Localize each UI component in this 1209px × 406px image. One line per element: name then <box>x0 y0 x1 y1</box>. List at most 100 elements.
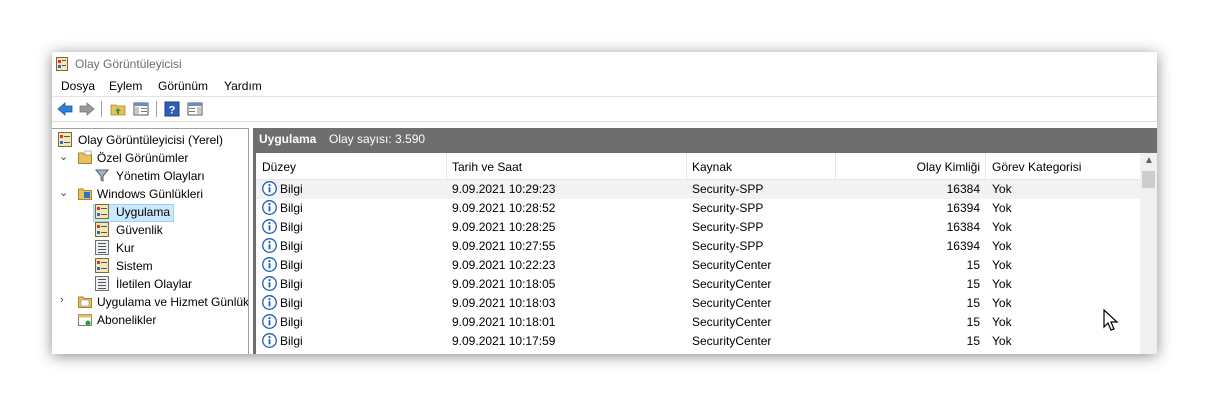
folder-icon <box>78 296 92 308</box>
cell-level: Bilgi <box>280 220 303 234</box>
svg-text:?: ? <box>169 105 176 117</box>
tree-item-admin-events[interactable]: Yönetim Olayları <box>52 167 248 185</box>
panel-title: Uygulama <box>259 132 317 146</box>
cell-category: Yok <box>992 239 1012 253</box>
tree-item-root[interactable]: Olay Görüntüleyicisi (Yerel) <box>52 131 248 149</box>
column-header-task-category[interactable]: Görev Kategorisi <box>986 153 1139 180</box>
info-icon <box>262 257 277 272</box>
cell-source: SecurityCenter <box>692 334 772 348</box>
filter-icon <box>95 169 109 182</box>
cell-datetime: 9.09.2021 10:17:59 <box>452 334 556 348</box>
column-header-source[interactable]: Kaynak <box>687 153 836 180</box>
table-row[interactable]: Bilgi 9.09.2021 10:18:05 SecurityCenter 15 Y… <box>256 275 1140 294</box>
back-icon[interactable] <box>57 101 73 117</box>
cell-event-id: 15 <box>966 258 980 272</box>
cell-level: Bilgi <box>280 296 303 310</box>
cell-datetime: 9.09.2021 10:22:23 <box>452 258 556 272</box>
tree-item-app-service-logs[interactable]: › Uygulama ve Hizmet Günlükleri <box>52 293 248 311</box>
cell-level: Bilgi <box>280 258 303 272</box>
cell-source: Security-SPP <box>692 201 764 215</box>
log-icon <box>95 222 109 237</box>
window-title: Olay Görüntüleyicisi <box>75 57 182 71</box>
cell-event-id: 16384 <box>946 182 980 196</box>
cell-datetime: 9.09.2021 10:27:55 <box>452 239 556 253</box>
table-row[interactable]: Bilgi 9.09.2021 10:27:55 Security-SPP 16394… <box>256 237 1140 256</box>
cell-datetime: 9.09.2021 10:29:23 <box>452 182 556 196</box>
column-header-event-id[interactable]: Olay Kimliği <box>836 153 986 180</box>
column-header-level[interactable]: Düzey <box>256 153 447 180</box>
event-viewer-icon <box>58 132 72 147</box>
log-icon <box>95 240 109 255</box>
tree-item-forwarded-events[interactable]: İletilen Olaylar <box>52 275 248 293</box>
tree-item-application[interactable]: Uygulama <box>52 203 248 221</box>
help-icon[interactable]: ? <box>164 101 180 117</box>
tree-item-setup[interactable]: Kur <box>52 239 248 257</box>
cell-event-id: 16394 <box>946 239 980 253</box>
info-icon <box>262 181 277 196</box>
menu-file[interactable]: Dosya <box>61 79 95 93</box>
cell-event-id: 15 <box>966 334 980 348</box>
tree-label: Güvenlik <box>116 223 163 237</box>
scrollbar-thumb[interactable] <box>1142 171 1155 188</box>
info-icon <box>262 314 277 329</box>
toolbar-separator <box>156 101 157 117</box>
cell-source: SecurityCenter <box>692 315 772 329</box>
cell-category: Yok <box>992 315 1012 329</box>
cell-datetime: 9.09.2021 10:28:52 <box>452 201 556 215</box>
info-icon <box>262 219 277 234</box>
column-label: Görev Kategorisi <box>992 160 1082 174</box>
info-icon <box>262 276 277 291</box>
title-bar: Olay Görüntüleyicisi <box>52 52 1157 76</box>
chevron-down-icon[interactable]: ⌄ <box>59 186 69 200</box>
event-viewer-window: Olay Görüntüleyicisi Dosya Eylem Görünüm… <box>52 52 1157 354</box>
cell-event-id: 16394 <box>946 201 980 215</box>
forward-icon[interactable] <box>79 101 95 117</box>
table-row[interactable]: Bilgi 9.09.2021 10:29:23 Security-SPP 16384… <box>256 180 1140 199</box>
cell-category: Yok <box>992 258 1012 272</box>
info-icon <box>262 333 277 348</box>
tree-item-security[interactable]: Güvenlik <box>52 221 248 239</box>
table-row[interactable]: Bilgi 9.09.2021 10:28:52 Security-SPP 16394… <box>256 199 1140 218</box>
event-list: Düzey Tarih ve Saat Kaynak Olay Kimliği … <box>256 153 1157 354</box>
chevron-right-icon[interactable]: › <box>60 294 70 308</box>
menu-help[interactable]: Yardım <box>224 79 262 93</box>
cell-category: Yok <box>992 334 1012 348</box>
vertical-scrollbar[interactable]: ▲ <box>1140 153 1157 354</box>
menu-view[interactable]: Görünüm <box>158 79 208 93</box>
cell-level: Bilgi <box>280 315 303 329</box>
info-icon <box>262 295 277 310</box>
toolbar: ? <box>52 97 1157 122</box>
table-row[interactable]: Bilgi 9.09.2021 10:22:23 SecurityCenter 15 Y… <box>256 256 1140 275</box>
show-hide-action-pane-icon[interactable] <box>187 101 203 117</box>
chevron-down-icon[interactable]: ⌄ <box>59 150 69 164</box>
tree-label: Abonelikler <box>97 313 157 327</box>
cell-level: Bilgi <box>280 277 303 291</box>
event-list-frame: Düzey Tarih ve Saat Kaynak Olay Kimliği … <box>253 150 1157 354</box>
show-hide-tree-icon[interactable] <box>133 101 149 117</box>
cell-datetime: 9.09.2021 10:18:03 <box>452 296 556 310</box>
column-label: Tarih ve Saat <box>452 160 523 174</box>
cell-source: Security-SPP <box>692 239 764 253</box>
cell-datetime: 9.09.2021 10:18:01 <box>452 315 556 329</box>
tree-label: Uygulama <box>116 205 171 219</box>
table-row[interactable]: Bilgi 9.09.2021 10:17:59 SecurityCenter 15 Y… <box>256 332 1140 351</box>
tree-item-subscriptions[interactable]: Abonelikler <box>52 311 248 329</box>
cell-event-id: 15 <box>966 315 980 329</box>
tree-label: Windows Günlükleri <box>97 187 204 201</box>
column-header-datetime[interactable]: Tarih ve Saat <box>447 153 687 180</box>
tree-item-system[interactable]: Sistem <box>52 257 248 275</box>
menu-action[interactable]: Eylem <box>109 79 142 93</box>
table-row[interactable]: Bilgi 9.09.2021 10:28:25 Security-SPP 16384… <box>256 218 1140 237</box>
folder-icon <box>78 188 92 200</box>
subscriptions-icon <box>78 314 92 326</box>
tree-item-windows-logs[interactable]: ⌄ Windows Günlükleri <box>52 185 248 203</box>
tree-item-custom-views[interactable]: ⌄ Özel Görünümler <box>52 149 248 167</box>
cell-source: Security-SPP <box>692 220 764 234</box>
table-row[interactable]: Bilgi 9.09.2021 10:18:03 SecurityCenter 15 Y… <box>256 294 1140 313</box>
pane-splitter[interactable] <box>249 128 252 354</box>
table-row[interactable]: Bilgi 9.09.2021 10:18:01 SecurityCenter 15 Y… <box>256 313 1140 332</box>
column-label: Olay Kimliği <box>916 160 980 174</box>
cell-category: Yok <box>992 182 1012 196</box>
up-folder-icon[interactable] <box>110 101 126 117</box>
scroll-up-icon[interactable]: ▲ <box>1144 155 1154 166</box>
